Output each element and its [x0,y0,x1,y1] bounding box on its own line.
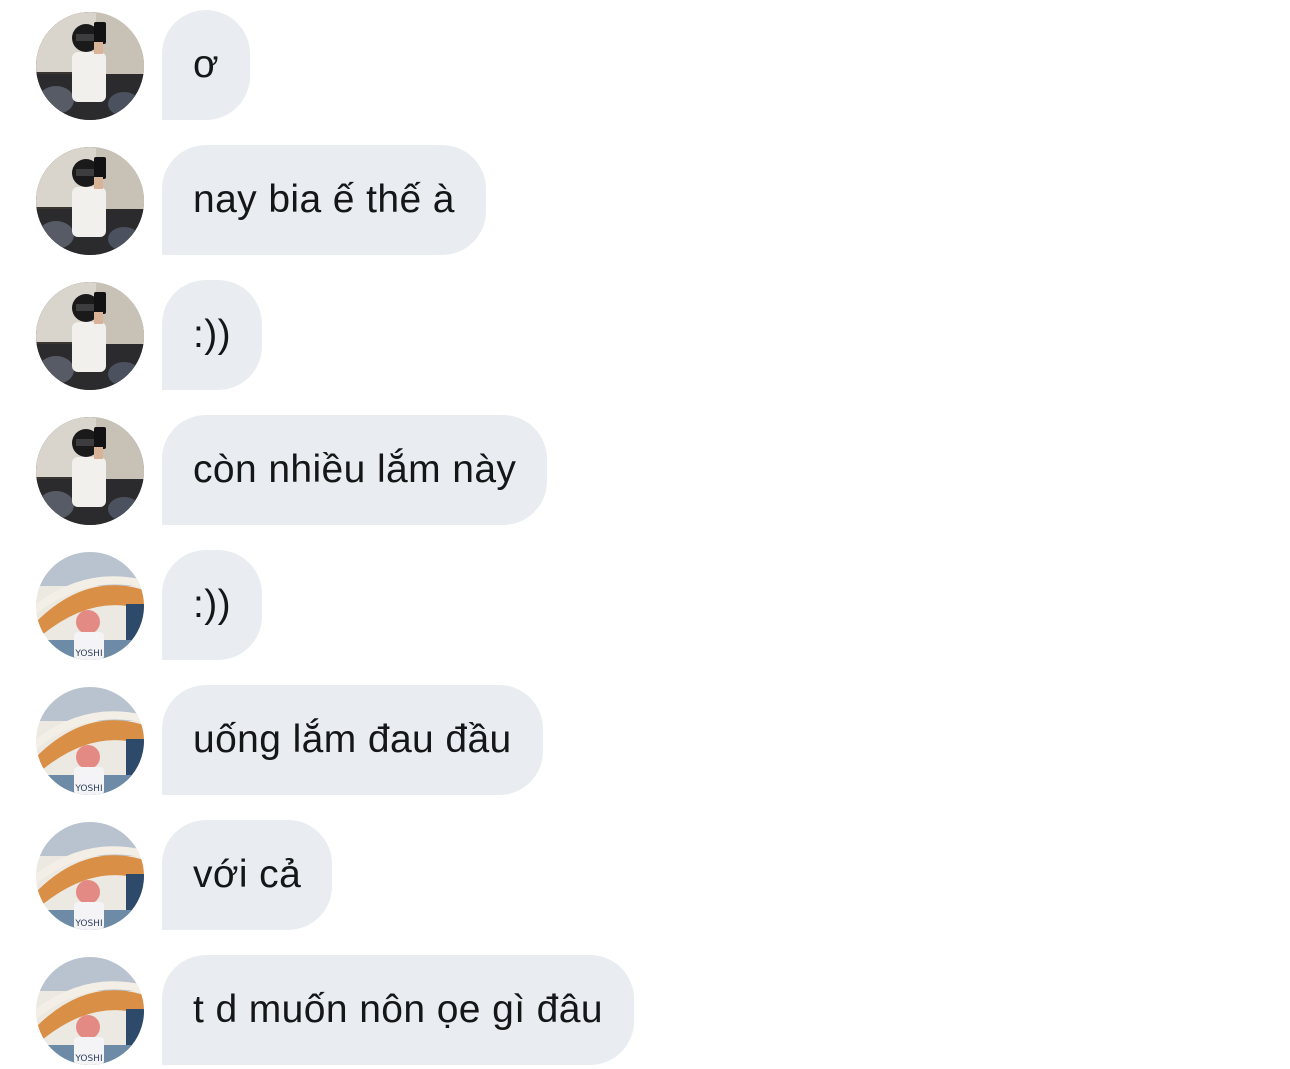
message-row: còn nhiều lắm này [0,415,1290,525]
stadium-avatar[interactable]: YOSHI [36,552,144,660]
message-bubble[interactable]: :)) [162,280,263,390]
message-thread: ơ nay bia ế thế à:)) còn nhiều lắm này … [0,0,1290,1069]
message-text: t d muốn nôn ọe gì đâu [193,988,603,1031]
avatar-shirt-text: YOSHI [74,1054,102,1064]
avatar-shirt-text: YOSHI [74,649,102,659]
message-text: uống lắm đau đầu [193,718,512,761]
message-text: với cả [193,853,302,896]
stadium-avatar[interactable]: YOSHI [36,687,144,795]
selfie-avatar[interactable] [36,147,144,255]
message-bubble[interactable]: :)) [162,550,263,660]
message-bubble[interactable]: ơ [162,10,250,120]
message-text: ơ [193,43,219,86]
stadium-avatar[interactable]: YOSHI [36,957,144,1065]
message-row: YOSHI :)) [0,550,1290,660]
message-text: :)) [193,313,232,356]
message-row: YOSHI với cả [0,820,1290,930]
message-row: YOSHI uống lắm đau đầu [0,685,1290,795]
message-row: nay bia ế thế à [0,145,1290,255]
message-bubble[interactable]: uống lắm đau đầu [162,685,543,795]
message-bubble[interactable]: t d muốn nôn ọe gì đâu [162,955,634,1065]
avatar-shirt-text: YOSHI [74,784,102,794]
selfie-avatar[interactable] [36,282,144,390]
message-row: ơ [0,10,1290,120]
message-bubble[interactable]: nay bia ế thế à [162,145,486,255]
message-bubble[interactable]: với cả [162,820,333,930]
message-text: còn nhiều lắm này [193,448,517,491]
message-text: nay bia ế thế à [193,178,455,221]
avatar-shirt-text: YOSHI [74,919,102,929]
selfie-avatar[interactable] [36,417,144,525]
message-row: YOSHI t d muốn nôn ọe gì đâu [0,955,1290,1065]
message-bubble[interactable]: còn nhiều lắm này [162,415,548,525]
selfie-avatar[interactable] [36,12,144,120]
message-text: :)) [193,583,232,626]
message-row: :)) [0,280,1290,390]
stadium-avatar[interactable]: YOSHI [36,822,144,930]
